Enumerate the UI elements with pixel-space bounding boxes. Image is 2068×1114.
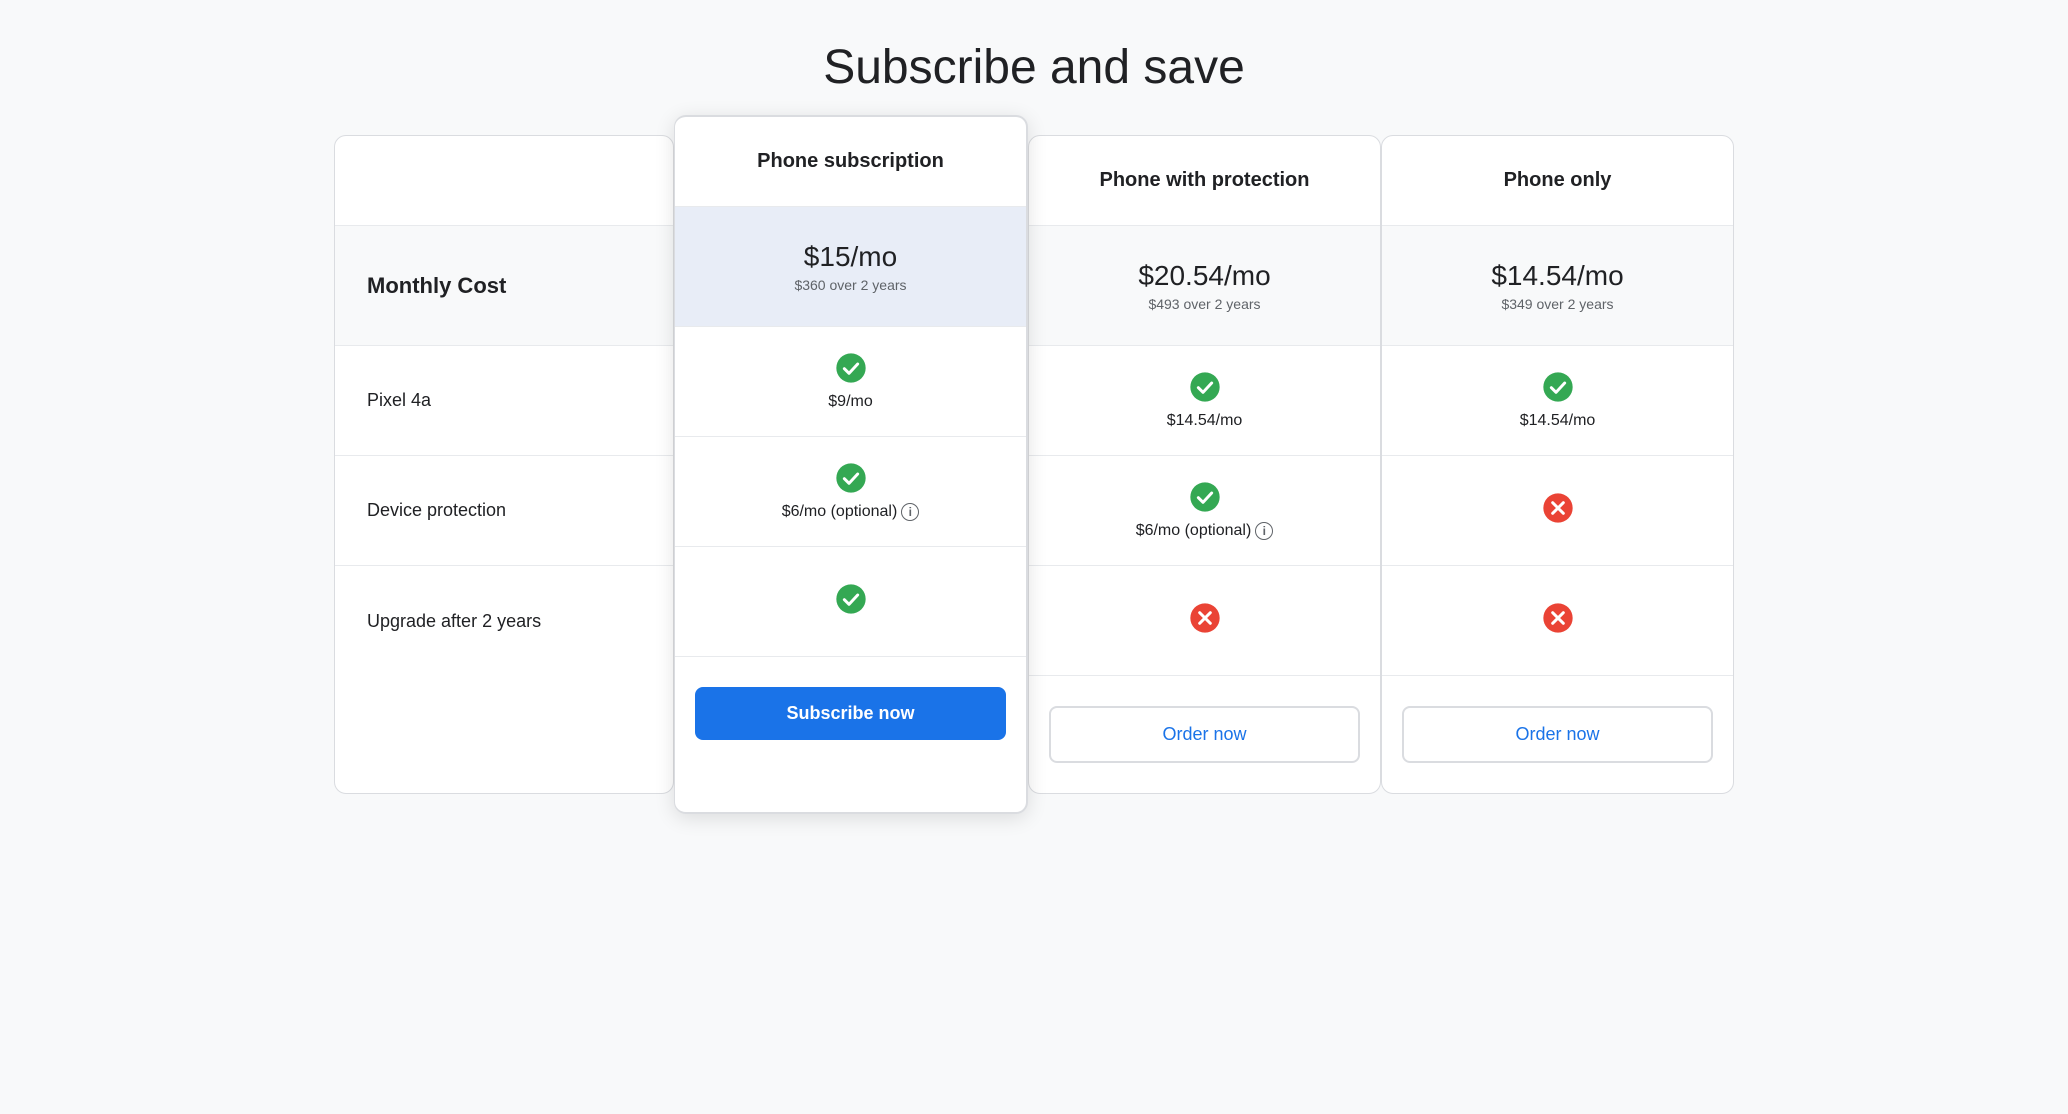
plan-name-phone-with-protection: Phone with protection (1100, 169, 1310, 192)
price-main-phone-subscription: $15/mo (804, 241, 897, 273)
protection-check-icon-phone-with-protection (1189, 481, 1221, 518)
pixel-check-icon-phone-only (1542, 371, 1574, 408)
pixel-price-phone-subscription: $9/mo (828, 393, 872, 411)
plan-name-phone-subscription: Phone subscription (757, 150, 944, 173)
plan-price-phone-with-protection: $20.54/mo $493 over 2 years (1029, 226, 1380, 346)
page-title: Subscribe and save (823, 40, 1245, 95)
monthly-cost-label: Monthly Cost (367, 273, 506, 299)
plan-col-phone-with-protection: Phone with protection $20.54/mo $493 ove… (1028, 135, 1381, 794)
label-header (335, 136, 673, 226)
label-monthly-cost-row: Monthly Cost (335, 226, 673, 346)
plan-col-phone-subscription: Phone subscription $15/mo $360 over 2 ye… (674, 115, 1028, 814)
plan-upgrade-cell-phone-subscription (675, 547, 1026, 657)
plan-cta-row-phone-with-protection: Order now (1029, 676, 1380, 793)
plan-pixel-cell-phone-with-protection: $14.54/mo (1029, 346, 1380, 456)
plan-protection-cell-phone-subscription: $6/mo (optional)i (675, 437, 1026, 547)
protection-price-phone-with-protection: $6/mo (optional)i (1136, 522, 1274, 540)
upgrade-label: Upgrade after 2 years (367, 611, 541, 632)
plan-upgrade-cell-phone-only (1382, 566, 1733, 676)
comparison-table: Monthly Cost Pixel 4a Device protection … (334, 135, 1734, 794)
price-sub-phone-subscription: $360 over 2 years (794, 277, 906, 293)
price-sub-phone-only: $349 over 2 years (1501, 296, 1613, 312)
upgrade-check-icon-phone-subscription (835, 583, 867, 620)
plan-protection-cell-phone-only (1382, 456, 1733, 566)
plan-col-phone-only: Phone only $14.54/mo $349 over 2 years $… (1381, 135, 1734, 794)
pixel-check-icon-phone-subscription (835, 352, 867, 389)
protection-info-icon-phone-subscription[interactable]: i (901, 503, 919, 521)
subscribe-button-phone-subscription[interactable]: Subscribe now (695, 687, 1006, 740)
price-main-phone-only: $14.54/mo (1491, 260, 1623, 292)
pixel-price-phone-with-protection: $14.54/mo (1167, 412, 1243, 430)
price-main-phone-with-protection: $20.54/mo (1138, 260, 1270, 292)
pixel-price-phone-only: $14.54/mo (1520, 412, 1596, 430)
plan-cta-row-phone-subscription: Subscribe now (675, 657, 1026, 770)
order-button-phone-with-protection[interactable]: Order now (1049, 706, 1360, 763)
upgrade-x-icon-phone-with-protection (1189, 602, 1221, 639)
label-device-protection-row: Device protection (335, 456, 673, 566)
price-sub-phone-with-protection: $493 over 2 years (1148, 296, 1260, 312)
protection-info-icon-phone-with-protection[interactable]: i (1255, 522, 1273, 540)
protection-x-icon-phone-only (1542, 492, 1574, 529)
plan-header-phone-with-protection: Phone with protection (1029, 136, 1380, 226)
plan-protection-cell-phone-with-protection: $6/mo (optional)i (1029, 456, 1380, 566)
pixel-check-icon-phone-with-protection (1189, 371, 1221, 408)
plan-header-phone-subscription: Phone subscription (675, 117, 1026, 207)
plan-price-phone-subscription: $15/mo $360 over 2 years (675, 207, 1026, 327)
label-column: Monthly Cost Pixel 4a Device protection … (334, 135, 674, 794)
plan-name-phone-only: Phone only (1504, 169, 1612, 192)
plan-upgrade-cell-phone-with-protection (1029, 566, 1380, 676)
label-upgrade-row: Upgrade after 2 years (335, 566, 673, 676)
upgrade-x-icon-phone-only (1542, 602, 1574, 639)
protection-price-phone-subscription: $6/mo (optional)i (782, 503, 920, 521)
plan-price-phone-only: $14.54/mo $349 over 2 years (1382, 226, 1733, 346)
protection-check-icon-phone-subscription (835, 462, 867, 499)
order-button-phone-only[interactable]: Order now (1402, 706, 1713, 763)
plan-cta-row-phone-only: Order now (1382, 676, 1733, 793)
plan-pixel-cell-phone-only: $14.54/mo (1382, 346, 1733, 456)
device-protection-label: Device protection (367, 500, 506, 521)
label-pixel-row: Pixel 4a (335, 346, 673, 456)
plan-header-phone-only: Phone only (1382, 136, 1733, 226)
pixel-label: Pixel 4a (367, 390, 431, 411)
plan-pixel-cell-phone-subscription: $9/mo (675, 327, 1026, 437)
